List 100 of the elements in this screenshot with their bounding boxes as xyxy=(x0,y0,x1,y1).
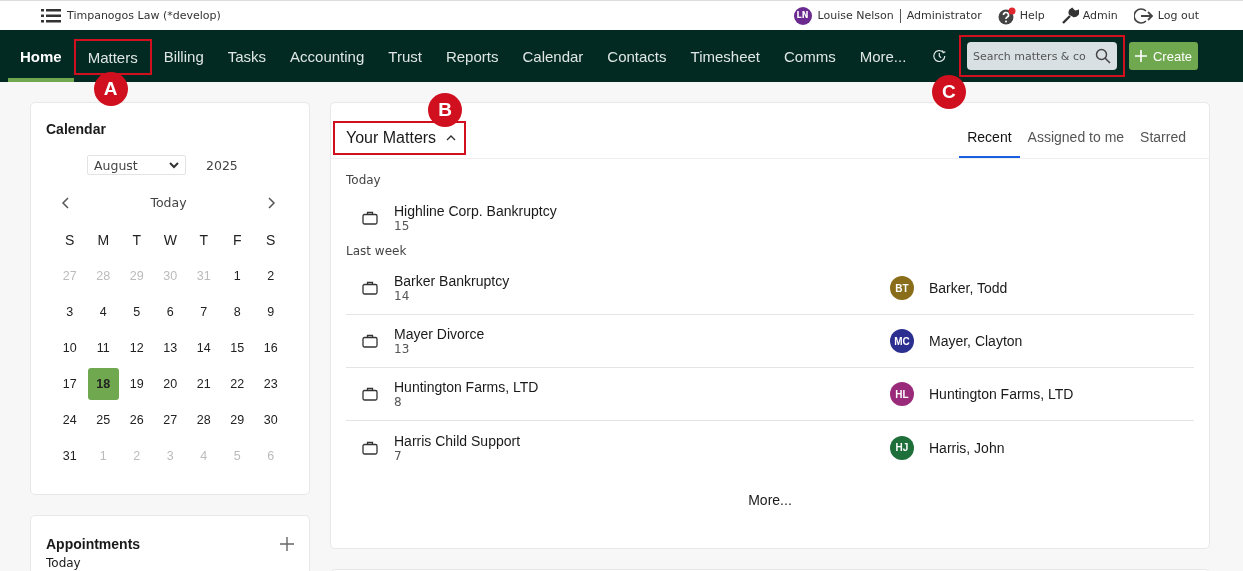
next-icon[interactable] xyxy=(268,196,276,209)
nav-tab[interactable]: Reports xyxy=(433,30,511,82)
contact-name[interactable]: Harris, John xyxy=(929,439,1005,456)
help-link[interactable]: Help xyxy=(1019,9,1045,22)
calendar-day[interactable]: 1 xyxy=(220,258,254,294)
plus-icon xyxy=(1134,50,1147,62)
nav-tab[interactable]: Timesheet xyxy=(678,30,772,82)
calendar-day[interactable]: 25 xyxy=(86,402,120,438)
calendar-day[interactable]: 11 xyxy=(86,330,120,366)
nav-tab[interactable]: Comms xyxy=(772,30,848,82)
more-link[interactable]: More... xyxy=(748,492,792,508)
nav-tab[interactable]: Billing xyxy=(151,30,216,82)
chevron-up-icon[interactable] xyxy=(446,134,457,141)
matter-number: 13 xyxy=(394,342,411,356)
month-select[interactable]: August xyxy=(87,155,186,175)
calendar-day[interactable]: 16 xyxy=(254,330,288,366)
calendar-day[interactable]: 9 xyxy=(254,294,288,330)
matter-link[interactable]: Harris Child Support xyxy=(394,432,890,449)
matter-link[interactable]: Huntington Farms, LTD xyxy=(394,379,890,395)
matter-link[interactable]: Highline Corp. Bankruptcy xyxy=(394,202,890,219)
filter-tab[interactable]: Recent xyxy=(959,117,1020,158)
contact-name[interactable]: Mayer, Clayton xyxy=(929,333,1023,349)
calendar-day[interactable]: 2 xyxy=(254,258,288,294)
nav-tab[interactable]: Trust xyxy=(376,30,434,82)
contact-avatar[interactable]: MC xyxy=(890,329,914,353)
weekday-label: M xyxy=(96,231,111,250)
calendar-day[interactable]: 6 xyxy=(153,294,187,330)
calendar-day[interactable]: 30 xyxy=(254,402,288,438)
contact-name[interactable]: Barker, Todd xyxy=(929,280,1008,296)
calendar-day[interactable]: 15 xyxy=(220,330,254,366)
briefcase-icon xyxy=(362,440,378,455)
calendar-day[interactable]: 27 xyxy=(153,402,187,438)
previous-icon[interactable] xyxy=(61,196,69,209)
nav-tab[interactable]: Tasks xyxy=(215,30,279,82)
calendar-day[interactable]: 18 xyxy=(87,368,119,400)
matter-link[interactable]: Barker Bankruptcy xyxy=(394,273,890,289)
today-button[interactable]: Today xyxy=(150,195,187,210)
calendar-day[interactable]: 17 xyxy=(53,366,87,402)
logout-icon[interactable] xyxy=(1133,6,1154,25)
admin-link[interactable]: Admin xyxy=(1082,9,1118,22)
callout-marker: C xyxy=(931,75,966,109)
weekday-label: W xyxy=(162,231,178,250)
calendar-day[interactable]: 5 xyxy=(120,294,154,330)
contact-avatar[interactable]: HL xyxy=(890,382,914,406)
section-label: Today xyxy=(46,556,82,570)
filter-tab[interactable]: Starred xyxy=(1132,117,1194,158)
chevron-down-icon xyxy=(169,161,179,169)
calendar-day[interactable]: 13 xyxy=(153,330,187,366)
calendar-day[interactable]: 26 xyxy=(120,402,154,438)
help-icon[interactable] xyxy=(997,6,1016,25)
matter-link[interactable]: Mayer Divorce xyxy=(394,326,890,342)
wrench-icon[interactable] xyxy=(1060,6,1079,25)
nav-tab[interactable]: Contacts xyxy=(595,30,679,82)
group-label: Last week xyxy=(346,244,408,258)
filter-tab[interactable]: Assigned to me xyxy=(1019,117,1133,158)
calendar-day[interactable]: 20 xyxy=(153,366,187,402)
weekday-label: S xyxy=(265,231,277,250)
calendar-day[interactable]: 4 xyxy=(86,294,120,330)
calendar-day[interactable]: 12 xyxy=(120,330,154,366)
contact-avatar[interactable]: HJ xyxy=(890,435,914,460)
logout-link[interactable]: Log out xyxy=(1157,9,1199,22)
briefcase-icon xyxy=(362,334,378,348)
nav-tab[interactable]: Home xyxy=(8,30,74,82)
weekday-label: S xyxy=(64,231,76,250)
calendar-day[interactable]: 3 xyxy=(53,294,87,330)
calendar-day[interactable]: 21 xyxy=(187,366,221,402)
calendar-day[interactable]: 28 xyxy=(187,402,221,438)
calendar-day[interactable]: 19 xyxy=(120,366,154,402)
calendar-day[interactable]: 22 xyxy=(220,366,254,402)
card-title: Appointments xyxy=(46,536,141,552)
briefcase-icon xyxy=(362,281,378,295)
add-icon[interactable] xyxy=(280,537,294,551)
card-title: Your Matters xyxy=(346,128,437,147)
contact-name[interactable]: Huntington Farms, LTD xyxy=(929,386,1074,402)
matter-number: 8 xyxy=(394,395,403,409)
matter-number: 15 xyxy=(394,218,410,233)
app-title: Timpanogos Law (*develop) xyxy=(67,9,221,22)
user-role: Administrator xyxy=(906,9,982,22)
user-name[interactable]: Louise Nelson xyxy=(817,9,894,22)
user-avatar[interactable]: LN xyxy=(793,6,812,25)
calendar-day[interactable]: 23 xyxy=(254,366,288,402)
nav-tab[interactable]: More... xyxy=(847,30,919,82)
calendar-day[interactable]: 29 xyxy=(220,402,254,438)
briefcase-icon xyxy=(362,387,378,401)
search-icon[interactable] xyxy=(1094,48,1111,64)
calendar-day[interactable]: 10 xyxy=(53,330,87,366)
calendar-day[interactable]: 24 xyxy=(53,402,87,438)
briefcase-icon xyxy=(362,210,378,225)
calendar-day[interactable]: 7 xyxy=(187,294,221,330)
nav-tab[interactable]: Calendar xyxy=(510,30,596,82)
weekday-label: F xyxy=(231,231,243,250)
weekday-label: T xyxy=(198,231,210,250)
calendar-day[interactable]: 8 xyxy=(220,294,254,330)
calendar-day[interactable]: 31 xyxy=(53,438,87,474)
search-field[interactable]: Search matters & co xyxy=(966,42,1117,70)
menu-icon[interactable] xyxy=(41,8,61,23)
weekday-label: T xyxy=(131,231,143,250)
contact-avatar[interactable]: BT xyxy=(890,276,914,300)
nav-tab[interactable]: Accounting xyxy=(278,30,377,82)
calendar-day[interactable]: 14 xyxy=(187,330,221,366)
